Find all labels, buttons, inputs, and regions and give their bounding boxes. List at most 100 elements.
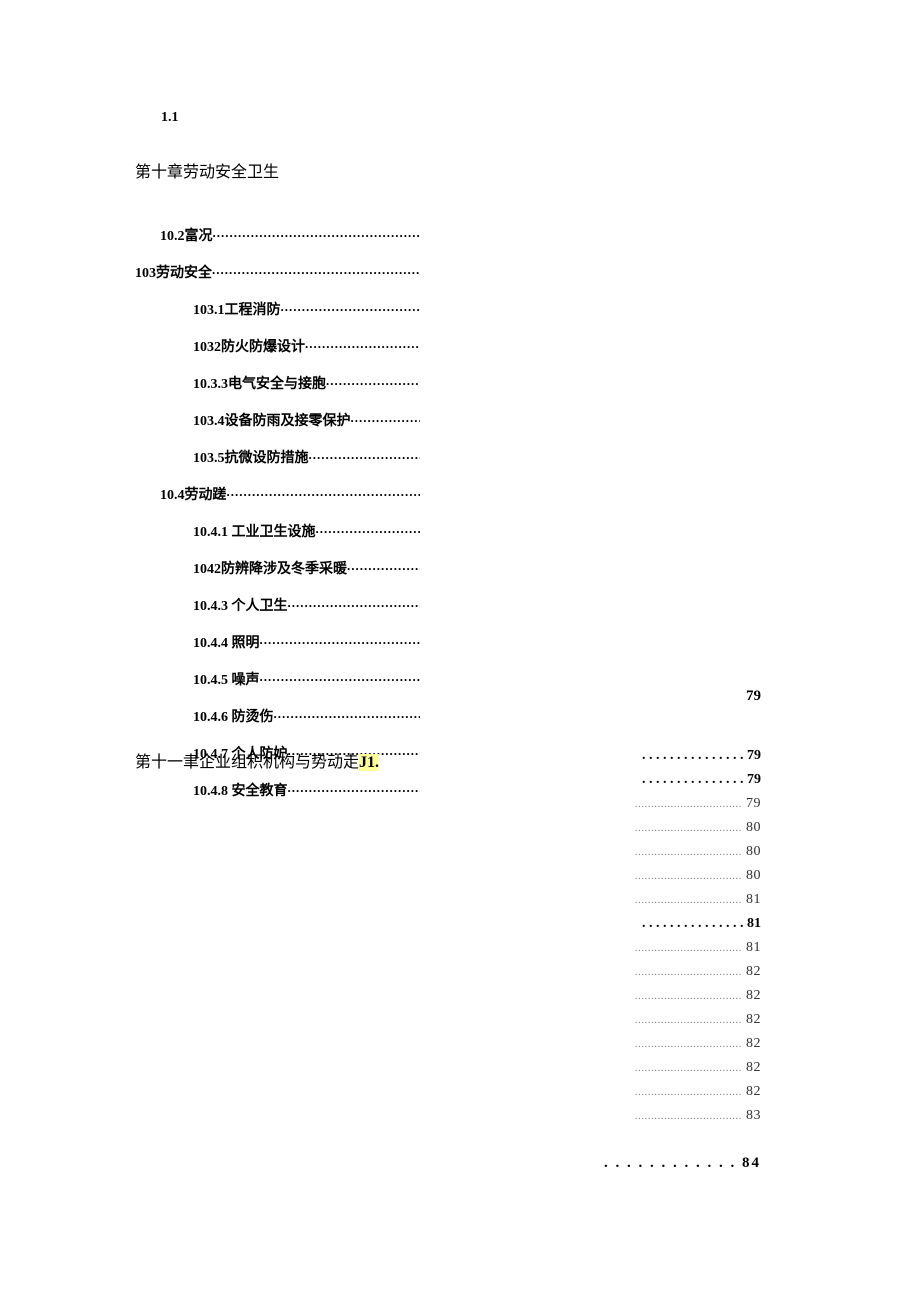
right-page-number: 83 — [742, 1108, 761, 1123]
toc-dots: ...................................... — [274, 706, 421, 726]
toc-entry: 10.4.6 防烫伤..............................… — [160, 706, 420, 726]
toc-dots: ........................ — [326, 373, 420, 393]
chapter-10-title: 第十章劳动安全卫生 — [135, 158, 279, 182]
right-page-number: 81 — [742, 940, 761, 955]
chapter-11-prefix: 第十一聿企业组积机构与势动走 — [135, 754, 359, 771]
right-dots: ................................. — [635, 1086, 742, 1098]
chapter-11-title: 第十一聿企业组积机构与势动走J1. — [135, 748, 379, 772]
toc-label: 10.4.4 照明 — [193, 632, 260, 652]
right-dots: ................................. — [635, 846, 742, 858]
toc-entry: 10.4.1 工业卫生设施.......................... — [160, 521, 420, 541]
toc-label: 10.4.1 工业卫生设施 — [193, 521, 316, 541]
right-page-row: ................................. 81 — [621, 940, 761, 956]
right-page-row: . . . . . . . . . . . . . . . 79 — [621, 748, 761, 764]
toc-dots: ....................................... — [281, 299, 421, 319]
toc-label: 10.4.3 个人卫生 — [193, 595, 288, 615]
right-dots: . . . . . . . . . . . . . . . — [642, 916, 744, 931]
right-dots: ................................. — [635, 1038, 742, 1050]
right-page-row: ................................. 82 — [621, 1036, 761, 1052]
right-dots: ................................. — [635, 894, 742, 906]
right-dots: ................................. — [635, 798, 742, 810]
page-number-top-right: 79 — [746, 688, 761, 705]
toc-label: 103.5抗微设防措施 — [193, 447, 309, 467]
right-page-row: . . . . . . . . . . . . . . . 79 — [621, 772, 761, 788]
right-page-number: 82 — [742, 1084, 761, 1099]
right-page-number: 82 — [742, 1060, 761, 1075]
right-page-row: ................................. 82 — [621, 964, 761, 980]
toc-label: 103.1工程消防 — [193, 299, 281, 319]
toc-dots: ................... — [347, 558, 420, 578]
right-dots: ................................. — [635, 990, 742, 1002]
right-dots: ................................. — [635, 1062, 742, 1074]
right-dots: . . . . . . . . . . . . . . . — [642, 748, 744, 763]
right-page-row: ................................. 82 — [621, 1084, 761, 1100]
toc-dots: ........................................… — [212, 262, 420, 282]
toc-label: 10.4.8 安全教育 — [193, 780, 288, 800]
section-number: 1.1 — [161, 110, 179, 126]
right-page-row: ................................. 83 — [621, 1108, 761, 1124]
right-dots: ................................. — [635, 1014, 742, 1026]
right-page-row: ................................. 82 — [621, 988, 761, 1004]
toc-entry: 10.4.8 安全教育.............................… — [160, 780, 420, 800]
chapter-11-jl-highlight: J1. — [359, 754, 379, 771]
toc-label: 1042防辨降涉及冬季采暖 — [193, 558, 347, 578]
toc-label: 1032防火防爆设计 — [193, 336, 305, 356]
bottom-page-84: . . . . . . . . . . . . 84 — [604, 1155, 761, 1172]
toc-entry: 10.4.5 噪声...............................… — [160, 669, 420, 689]
toc-dots: ........................................… — [213, 225, 421, 245]
right-page-number: 79 — [742, 796, 761, 811]
right-page-row: ................................. 79 — [621, 796, 761, 812]
toc-label: 103劳动安全 — [135, 262, 212, 282]
right-dots: . . . . . . . . . . . . . . . — [642, 772, 744, 787]
toc-dots: .................. — [351, 410, 421, 430]
right-page-number: 82 — [742, 1036, 761, 1051]
toc-dots: ............................... — [309, 447, 421, 467]
right-dots: ................................. — [635, 1110, 742, 1122]
toc-entry: 10.3.3电气安全与接胞........................ — [160, 373, 420, 393]
toc-dots: ........................................… — [260, 669, 421, 689]
right-page-number: 82 — [742, 1012, 761, 1027]
toc-entry: 10.4劳动蹉.................................… — [160, 484, 420, 504]
toc-label: 10.4.5 噪声 — [193, 669, 260, 689]
right-page-number: 81 — [742, 892, 761, 907]
toc-left-column: 10.2富况..................................… — [160, 225, 420, 817]
right-dots: ................................. — [635, 822, 742, 834]
toc-entry: 10.4.3 个人卫生.............................… — [160, 595, 420, 615]
toc-entry: 10.2富况..................................… — [160, 225, 420, 245]
toc-dots: ................................. — [288, 780, 421, 800]
right-page-number: 79 — [744, 748, 762, 763]
right-page-number: 80 — [742, 868, 761, 883]
toc-label: 103.4设备防雨及接零保护 — [193, 410, 351, 430]
toc-entry: 103.1工程消防...............................… — [160, 299, 420, 319]
right-dots: ................................. — [635, 870, 742, 882]
toc-label: 10.4.6 防烫伤 — [193, 706, 274, 726]
toc-entry: 1032防火防爆设计..............................… — [160, 336, 420, 356]
toc-label: 10.3.3电气安全与接胞 — [193, 373, 326, 393]
toc-dots: ............................... — [305, 336, 420, 356]
toc-dots: ................................. — [288, 595, 421, 615]
right-page-number: 81 — [744, 916, 762, 931]
right-page-number: 82 — [742, 964, 761, 979]
right-page-row: ................................. 80 — [621, 820, 761, 836]
toc-entry: 1042防辨降涉及冬季采暖................... — [160, 558, 420, 578]
right-page-row: ................................. 82 — [621, 1060, 761, 1076]
bottom-page-number: 84 — [742, 1155, 761, 1171]
toc-dots: ........................................… — [227, 484, 421, 504]
toc-label: 10.4劳动蹉 — [160, 484, 227, 504]
toc-dots: ........................................… — [260, 632, 421, 652]
right-page-number: 79 — [744, 772, 762, 787]
right-page-number: 80 — [742, 844, 761, 859]
toc-entry: 10.4.4 照明...............................… — [160, 632, 420, 652]
right-page-row: ................................. 82 — [621, 1012, 761, 1028]
right-page-row: . . . . . . . . . . . . . . . 81 — [621, 916, 761, 932]
toc-entry: 103.4设备防雨及接零保护.................. — [160, 410, 420, 430]
toc-entry: 103劳动安全.................................… — [135, 262, 420, 282]
right-page-row: ................................. 81 — [621, 892, 761, 908]
right-page-row: ................................. 80 — [621, 844, 761, 860]
right-page-column: . . . . . . . . . . . . . . . 79. . . . … — [621, 748, 761, 1132]
right-page-row: ................................. 80 — [621, 868, 761, 884]
right-dots: ................................. — [635, 966, 742, 978]
bottom-dots: . . . . . . . . . . . . — [604, 1155, 736, 1171]
toc-entry: 103.5抗微设防措施.............................… — [160, 447, 420, 467]
toc-label: 10.2富况 — [160, 225, 213, 245]
